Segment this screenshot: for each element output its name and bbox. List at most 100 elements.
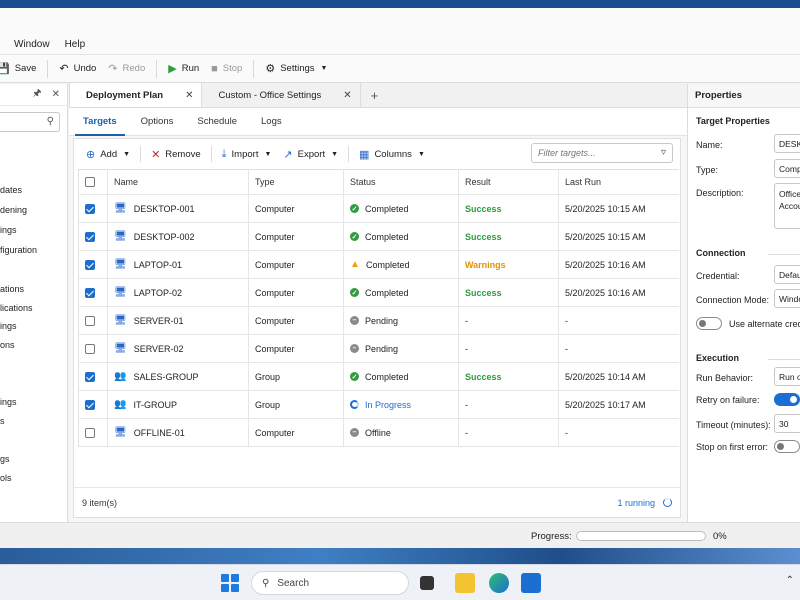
tab-options[interactable]: Options	[129, 108, 186, 136]
type-field[interactable]: Computer	[774, 159, 800, 178]
result-cell: Success	[458, 362, 559, 391]
export-button[interactable]: ↗ Export ▼	[277, 143, 344, 165]
undo-icon: ↶	[59, 63, 69, 75]
tree-item[interactable]: lications	[0, 303, 33, 313]
taskbar-search[interactable]: ⚲ Search	[251, 571, 409, 595]
tree-item[interactable]: ols	[0, 473, 12, 483]
close-icon[interactable]: ✕	[185, 90, 193, 101]
add-button[interactable]: ⊕ Add ▼	[80, 143, 136, 165]
file-explorer-icon[interactable]	[455, 573, 475, 593]
tree-item[interactable]: ings	[0, 397, 17, 407]
settings-label: Settings	[280, 63, 315, 74]
tree-item[interactable]: ings	[0, 321, 17, 331]
edge-icon[interactable]	[489, 573, 509, 593]
row-checkbox[interactable]	[85, 371, 95, 382]
task-view-icon[interactable]	[420, 576, 434, 590]
retry-on-failure-toggle[interactable]	[774, 393, 800, 406]
pin-icon[interactable]: 🖈	[32, 86, 41, 103]
settings-button[interactable]: ⚙ Settings ▼	[259, 58, 333, 80]
tab-label: Custom - Office Settings	[218, 89, 322, 101]
table-row[interactable]: 🖥 SERVER-01 Computer – Pending - -	[78, 306, 679, 335]
menu-item-help[interactable]: Help	[65, 39, 86, 50]
column-header-type[interactable]: Type	[248, 169, 344, 195]
table-row[interactable]: 🖥 DESKTOP-002 Computer ✓ Completed Success 5/2…	[78, 222, 679, 251]
type-cell: Computer	[248, 250, 344, 279]
progress-label: Progress:	[531, 531, 572, 542]
row-checkbox[interactable]	[85, 203, 95, 214]
column-header-last-run[interactable]: Last Run	[558, 169, 679, 195]
target-name: OFFLINE-01	[133, 427, 185, 438]
section-target-properties: Target Properties	[696, 116, 770, 126]
tree-item[interactable]: gs	[0, 454, 10, 464]
row-select-cell	[78, 278, 108, 307]
running-indicator[interactable]: 1 running	[617, 498, 672, 508]
name-cell: 🖥 LAPTOP-02	[107, 278, 249, 307]
row-select-cell	[78, 222, 108, 251]
tree-item[interactable]: ations	[0, 284, 24, 294]
tree-item[interactable]: s	[0, 416, 5, 426]
row-checkbox[interactable]	[85, 427, 95, 438]
add-tab-icon[interactable]: +	[361, 83, 389, 107]
table-row[interactable]: 🖥 LAPTOP-01 Computer ▲ Completed Warnings 5/20…	[78, 250, 679, 279]
funnel-icon[interactable]: ▿	[661, 147, 666, 158]
tab-deployment-plan[interactable]: Deployment Plan ✕	[69, 83, 203, 107]
table-row[interactable]: 🖥 DESKTOP-001 Computer ✓ Completed Success 5/2…	[78, 194, 679, 223]
table-row[interactable]: 🖥 OFFLINE-01 Computer – Offline - -	[78, 418, 679, 447]
import-button[interactable]: ⤓ Import ▼	[216, 143, 278, 165]
row-checkbox[interactable]	[85, 315, 95, 326]
run-behavior-select[interactable]: Run once	[774, 367, 800, 386]
row-checkbox[interactable]	[85, 343, 95, 354]
save-button[interactable]: 💾 Save	[0, 58, 42, 80]
tree-item[interactable]: dates	[0, 185, 22, 195]
table-row[interactable]: 🖥 SERVER-02 Computer – Pending - -	[78, 334, 679, 363]
name-field[interactable]: DESKTOP-001	[774, 134, 800, 153]
undo-button[interactable]: ↶ Undo	[53, 58, 102, 80]
chevron-up-icon[interactable]: ⌃	[786, 575, 794, 586]
last-run-cell: 5/20/2025 10:17 AM	[558, 390, 679, 419]
description-field[interactable]: Office Accounting	[774, 183, 800, 229]
table-row[interactable]: 👥 IT-GROUP Group In Progress - 5/20/2025 10:1…	[78, 390, 679, 419]
column-header-status[interactable]: Status	[343, 169, 459, 195]
table-row[interactable]: 🖥 LAPTOP-02 Computer ✓ Completed Success 5/20/…	[78, 278, 679, 307]
close-icon[interactable]: ✕	[52, 89, 60, 100]
row-checkbox[interactable]	[85, 399, 95, 410]
tree-item[interactable]: figuration	[0, 245, 37, 255]
tab-schedule[interactable]: Schedule	[185, 108, 249, 136]
row-checkbox[interactable]	[85, 287, 95, 298]
run-button[interactable]: ▶ Run	[162, 58, 205, 80]
connection-mode-select[interactable]: Windows	[774, 289, 800, 308]
select-all-checkbox[interactable]	[85, 177, 95, 188]
menu-item-window[interactable]: Window	[14, 39, 50, 50]
filter-input[interactable]	[538, 144, 648, 162]
column-header-result[interactable]: Result	[458, 169, 559, 195]
timeout-field[interactable]: 30	[774, 414, 800, 433]
tab-targets[interactable]: Targets	[71, 108, 129, 136]
alternate-credentials-toggle[interactable]	[696, 317, 722, 330]
tab-custom-office-settings[interactable]: Custom - Office Settings ✕	[202, 83, 361, 107]
table-row[interactable]: 👥 SALES-GROUP Group ✓ Completed Success 5/20/2…	[78, 362, 679, 391]
stop-on-first-error-toggle[interactable]	[774, 440, 800, 453]
columns-button[interactable]: ▦ Columns ▼	[353, 143, 431, 165]
credential-select[interactable]: Default	[774, 265, 800, 284]
remove-button[interactable]: ✕ Remove	[145, 143, 207, 165]
row-checkbox[interactable]	[85, 259, 95, 270]
tree-item[interactable]: ons	[0, 340, 15, 350]
close-icon[interactable]: ✕	[343, 90, 351, 101]
tree-item[interactable]: dening	[0, 205, 27, 215]
stop-button[interactable]: ■ Stop	[205, 58, 248, 80]
check-circle-icon: ✓	[350, 288, 359, 297]
row-checkbox[interactable]	[85, 231, 95, 242]
tab-logs[interactable]: Logs	[249, 108, 294, 136]
last-run-cell: 5/20/2025 10:14 AM	[558, 362, 679, 391]
left-panel-search[interactable]: ⚲	[0, 112, 60, 132]
tree-item[interactable]: ings	[0, 225, 17, 235]
app-icon[interactable]	[521, 573, 541, 593]
computer-icon: 🖥	[114, 203, 127, 214]
left-panel: 🖈 ✕ ⚲ dates dening ings figuration ation…	[0, 84, 68, 522]
start-icon[interactable]	[221, 574, 239, 592]
redo-button[interactable]: ↷ Redo	[102, 58, 151, 80]
group-icon: 👥	[114, 399, 127, 410]
result-cell: -	[458, 306, 559, 335]
column-header-name[interactable]: Name	[107, 169, 249, 195]
stop-label: Stop	[222, 63, 243, 74]
